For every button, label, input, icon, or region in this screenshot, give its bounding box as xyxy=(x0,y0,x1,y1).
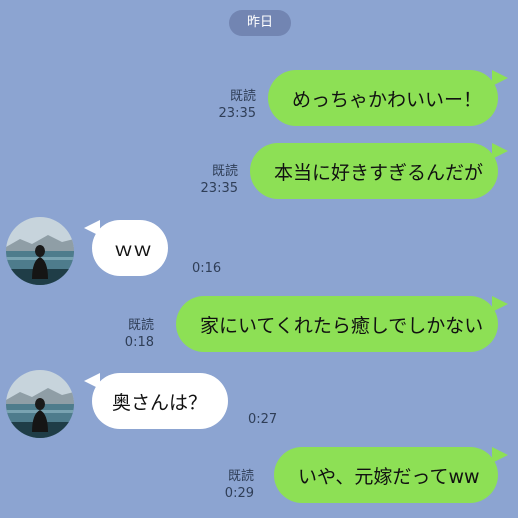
incoming-message-bubble[interactable]: 奥さんは？ xyxy=(92,373,228,429)
read-receipt: 既読 xyxy=(211,164,238,179)
outgoing-message-bubble[interactable]: 本当に好きすぎるんだが xyxy=(250,143,498,199)
avatar-photo-icon xyxy=(6,370,74,438)
read-receipt: 既読 xyxy=(227,469,254,484)
contact-avatar[interactable] xyxy=(6,370,74,438)
outgoing-message-bubble[interactable]: いや、元嫁だってww xyxy=(274,447,498,503)
bubble-tail xyxy=(492,447,508,463)
message-time: 0:16 xyxy=(192,261,222,276)
message-time: 23:35 xyxy=(200,181,238,196)
outgoing-message-bubble[interactable]: めっちゃかわいいー！ xyxy=(268,70,498,126)
contact-avatar[interactable] xyxy=(6,217,74,285)
message-time: 0:27 xyxy=(248,412,278,427)
message-text: 家にいてくれたら癒しでしかない xyxy=(200,314,484,337)
incoming-message-bubble[interactable]: ｗｗ xyxy=(92,220,168,276)
message-time: 0:18 xyxy=(124,335,154,350)
date-separator: 昨日 xyxy=(229,10,291,36)
bubble-tail xyxy=(84,373,100,389)
outgoing-message-bubble[interactable]: 家にいてくれたら癒しでしかない xyxy=(176,296,498,352)
message-meta: 既読 23:35 xyxy=(182,163,238,197)
bubble-tail xyxy=(492,70,508,86)
read-receipt: 既読 xyxy=(229,89,256,104)
message-meta: 既読 23:35 xyxy=(200,88,256,122)
bubble-tail xyxy=(492,143,508,159)
message-text: 奥さんは？ xyxy=(112,391,208,414)
message-text: いや、元嫁だってww xyxy=(298,465,480,488)
message-text: ｗｗ xyxy=(114,238,153,261)
message-meta: 既読 0:29 xyxy=(198,468,254,502)
read-receipt: 既読 xyxy=(127,318,154,333)
bubble-tail xyxy=(84,220,100,236)
message-text: 本当に好きすぎるんだが xyxy=(274,161,484,184)
message-meta: 既読 0:18 xyxy=(98,317,154,351)
message-text: めっちゃかわいいー！ xyxy=(292,88,483,111)
avatar-photo-icon xyxy=(6,217,74,285)
message-time: 0:29 xyxy=(224,486,254,501)
message-time: 23:35 xyxy=(218,106,256,121)
bubble-tail xyxy=(492,296,508,312)
